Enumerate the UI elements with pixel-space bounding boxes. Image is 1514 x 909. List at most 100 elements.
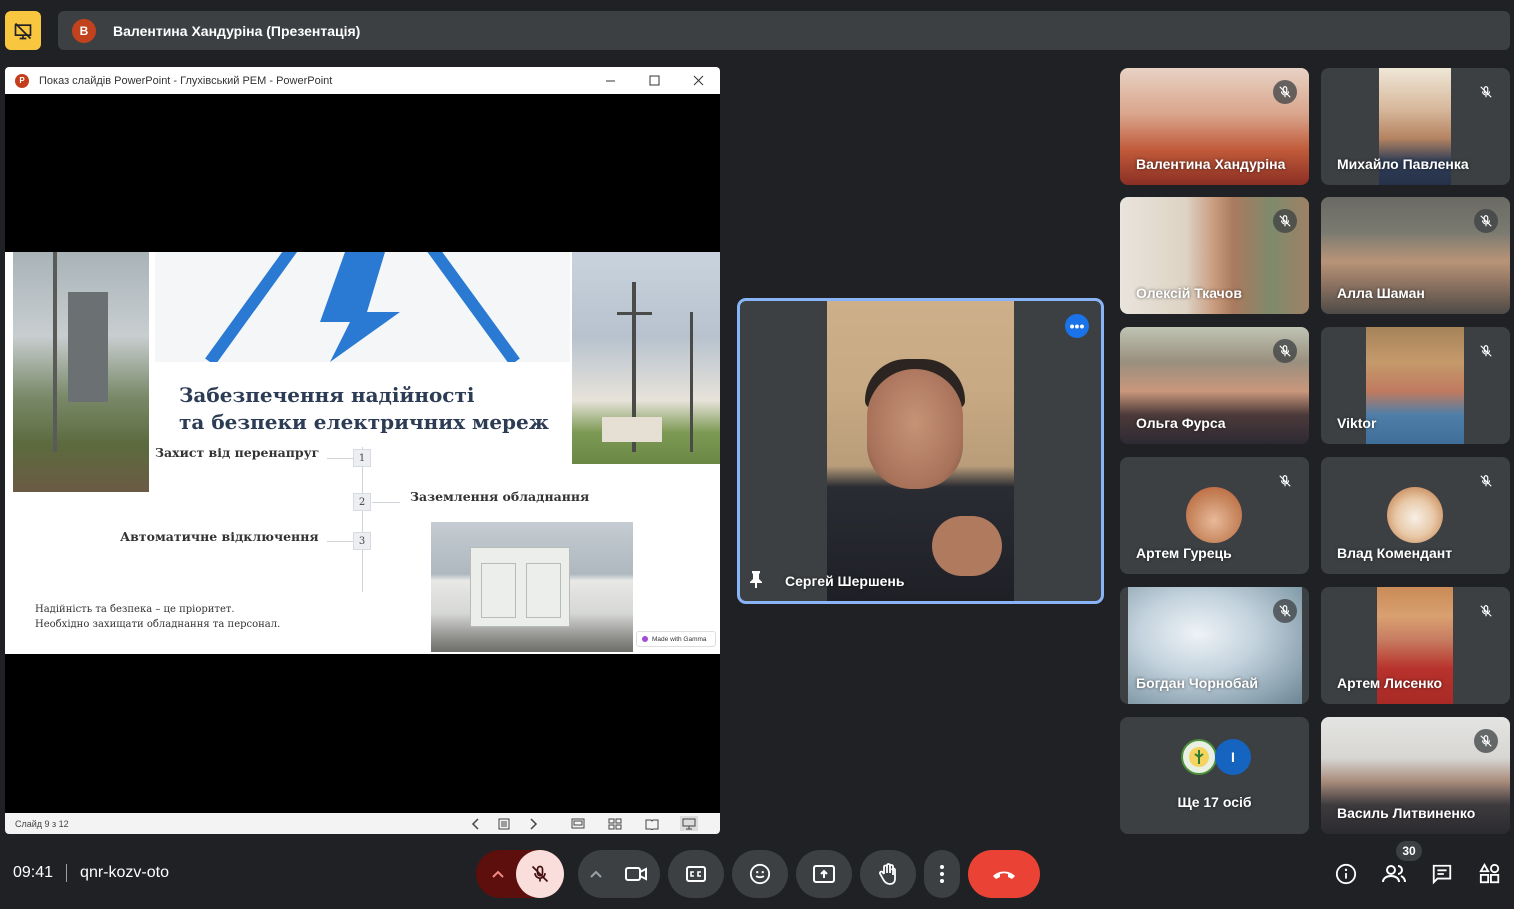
- more-options-button[interactable]: •••: [1065, 314, 1089, 338]
- audio-options-button[interactable]: [476, 850, 520, 898]
- mic-off-icon: [1474, 80, 1498, 104]
- mic-off-icon: [1474, 469, 1498, 493]
- participant-name: Viktor: [1337, 415, 1377, 431]
- participant-name: Ольга Фурса: [1136, 415, 1226, 431]
- chevron-up-icon: [590, 870, 602, 878]
- slide-sorter-button[interactable]: [606, 816, 624, 831]
- participant-tile[interactable]: Артем Лисенко: [1321, 587, 1510, 704]
- camera-control-group: [578, 850, 660, 898]
- participant-name: Сергей Шершень: [785, 573, 905, 589]
- ppt-window-title: Показ слайдів PowerPoint - Глухівський Р…: [39, 74, 333, 87]
- prev-slide-button[interactable]: [466, 816, 484, 831]
- participant-tile[interactable]: Влад Комендант: [1321, 457, 1510, 574]
- mic-off-icon: [1273, 599, 1297, 623]
- list-item: Автоматичне відключення: [120, 529, 319, 544]
- camera-toggle-button[interactable]: [612, 850, 660, 898]
- timeline-number: 2: [353, 493, 371, 511]
- presenter-avatar: В: [72, 18, 96, 43]
- list-item: Заземлення обладнання: [410, 489, 590, 504]
- normal-view-icon: [571, 818, 585, 829]
- participant-tile[interactable]: Богдан Чорнобай: [1120, 587, 1309, 704]
- captions-icon: [686, 866, 706, 882]
- reactions-button[interactable]: [732, 850, 788, 898]
- participant-name: Валентина Хандуріна: [1136, 156, 1286, 172]
- mic-toggle-button[interactable]: [516, 850, 564, 898]
- pinned-participant-tile[interactable]: ••• Сергей Шершень: [737, 298, 1104, 604]
- more-options-button[interactable]: [924, 850, 960, 898]
- present-now-button[interactable]: [796, 850, 852, 898]
- mic-off-icon: [1273, 469, 1297, 493]
- presentation-off-icon: [14, 22, 32, 39]
- slideshow-button[interactable]: [680, 816, 698, 831]
- lightning-sign-icon: [205, 252, 520, 362]
- mic-off-icon: [1474, 339, 1498, 363]
- reading-view-button[interactable]: [643, 816, 661, 831]
- info-icon: [1335, 863, 1357, 885]
- next-slide-button[interactable]: [525, 816, 543, 831]
- participant-name: Богдан Чорнобай: [1136, 675, 1258, 691]
- participant-tile[interactable]: Олексій Ткачов: [1120, 197, 1309, 314]
- warning-sign-image: [155, 252, 570, 362]
- minimize-icon: [605, 80, 615, 82]
- presenter-bar: В Валентина Хандуріна (Презентація): [58, 11, 1510, 50]
- meeting-info: 09:41 qnr-kozv-oto: [13, 864, 169, 882]
- activities-button[interactable]: [1478, 862, 1502, 886]
- ppt-status-bar: Слайд 9 з 12: [5, 813, 720, 834]
- more-participants-tile[interactable]: I Ще 17 осіб: [1120, 717, 1309, 834]
- list-item: Захист від перенапруг: [155, 445, 320, 460]
- chat-icon: [1432, 864, 1452, 885]
- avatar: [1387, 487, 1443, 543]
- chevron-left-icon: [471, 817, 479, 830]
- participant-tile[interactable]: Артем Гурець: [1120, 457, 1309, 574]
- pin-icon[interactable]: [748, 570, 764, 593]
- reading-view-icon: [645, 819, 659, 830]
- participant-tile[interactable]: Михайло Павленка: [1321, 68, 1510, 185]
- kiosk: [470, 547, 570, 627]
- participant-tile[interactable]: Ольга Фурса: [1120, 327, 1309, 444]
- participant-name: Влад Комендант: [1337, 545, 1453, 561]
- participant-tile[interactable]: Валентина Хандуріна: [1120, 68, 1309, 185]
- slideshow-icon: [682, 818, 696, 829]
- powerpoint-icon: P: [15, 73, 29, 88]
- captions-button[interactable]: [668, 850, 724, 898]
- video-options-button[interactable]: [578, 850, 614, 898]
- participant-video: [827, 301, 1014, 601]
- participant-tile[interactable]: Алла Шаман: [1321, 197, 1510, 314]
- slide-counter: Слайд 9 з 12: [15, 818, 69, 829]
- mic-off-icon: [1474, 729, 1498, 753]
- participant-name: Василь Литвиненко: [1337, 805, 1476, 821]
- normal-view-button[interactable]: [569, 816, 587, 831]
- participant-tile[interactable]: Василь Литвиненко: [1321, 717, 1510, 834]
- chevron-right-icon: [530, 817, 538, 830]
- meeting-code: qnr-kozv-oto: [80, 864, 169, 881]
- slide-menu-button[interactable]: [495, 816, 513, 831]
- present-screen-icon: [813, 865, 835, 883]
- presenter-name: Валентина Хандуріна (Презентація): [113, 22, 361, 39]
- mic-off-icon: [1273, 80, 1297, 104]
- clock: 09:41: [13, 864, 54, 881]
- slide-menu-icon: [498, 818, 510, 829]
- participant-logo-icon: [1181, 739, 1217, 775]
- power-line-photo: [572, 252, 720, 464]
- stop-presenting-button[interactable]: [5, 11, 41, 50]
- timeline-line: [362, 447, 363, 592]
- participant-name: Олексій Ткачов: [1136, 285, 1242, 301]
- leave-call-button[interactable]: [968, 850, 1040, 898]
- gamma-logo-icon: [642, 636, 648, 642]
- timeline-number: 1: [353, 449, 371, 467]
- emoji-icon: [749, 863, 771, 885]
- participant-tile[interactable]: Viktor: [1321, 327, 1510, 444]
- presentation-window: P Показ слайдів PowerPoint - Глухівський…: [5, 67, 720, 834]
- minimize-button[interactable]: [588, 67, 632, 94]
- mic-off-icon: [1273, 209, 1297, 233]
- meeting-details-button[interactable]: [1334, 862, 1358, 886]
- maximize-button[interactable]: [632, 67, 676, 94]
- people-button[interactable]: [1382, 862, 1406, 886]
- raise-hand-button[interactable]: [860, 850, 916, 898]
- close-button[interactable]: [676, 67, 720, 94]
- timeline-number: 3: [353, 532, 371, 550]
- slide: Забезпечення надійності та безпеки елект…: [5, 252, 720, 654]
- people-count-badge: 30: [1396, 841, 1422, 861]
- chat-button[interactable]: [1430, 862, 1454, 886]
- more-vert-icon: [940, 865, 944, 883]
